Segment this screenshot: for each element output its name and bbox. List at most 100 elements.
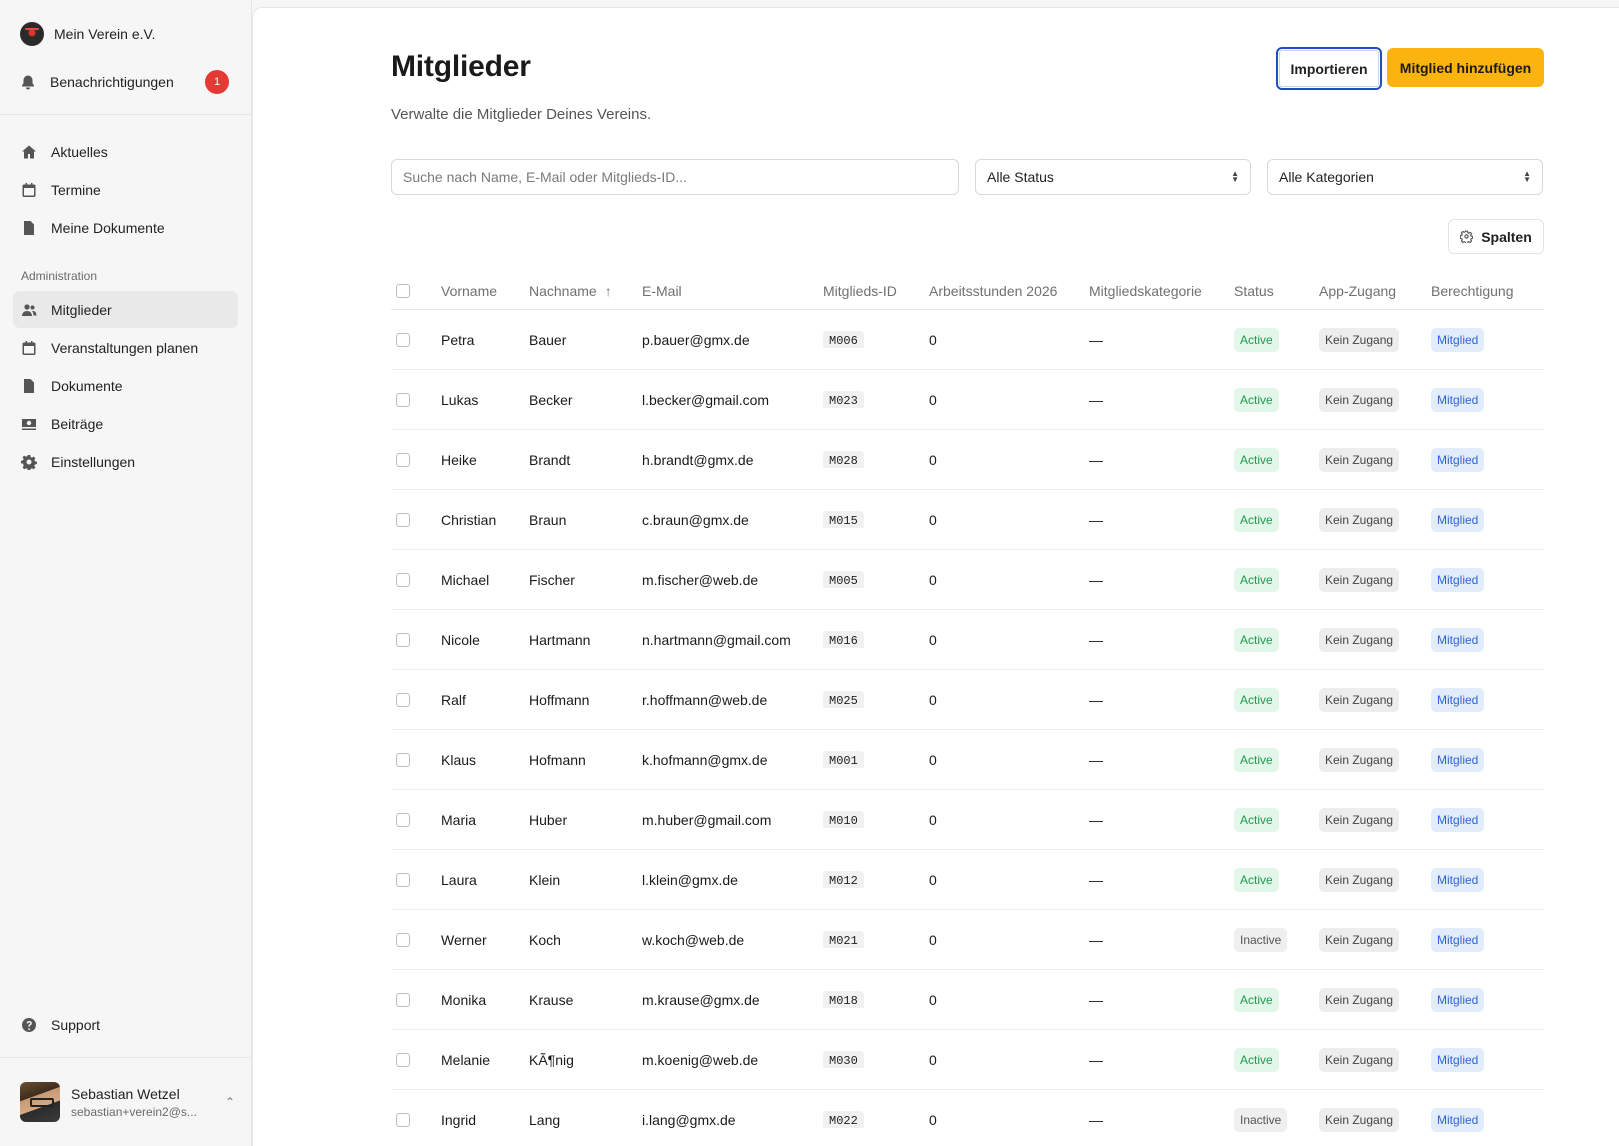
column-header-status[interactable]: Status xyxy=(1234,283,1319,299)
sidebar-item-beitraege[interactable]: Beiträge xyxy=(13,405,238,442)
app-access-badge: Kein Zugang xyxy=(1319,927,1400,952)
table-row[interactable]: Maria Huber m.huber@gmail.com M010 0 — Active K… xyxy=(391,790,1544,850)
sort-ascending-icon: ↑ xyxy=(604,282,612,299)
sidebar-item-dokumente[interactable]: Dokumente xyxy=(13,367,238,404)
cell-app-access: Kein Zugang xyxy=(1319,567,1431,592)
sidebar-item-mitglieder[interactable]: Mitglieder xyxy=(13,291,238,328)
row-checkbox[interactable] xyxy=(396,512,410,527)
sidebar-item-veranstaltungen[interactable]: Veranstaltungen planen xyxy=(13,329,238,366)
table-row[interactable]: Klaus Hofmann k.hofmann@gmx.de M001 0 — Active… xyxy=(391,730,1544,790)
cell-status: Active xyxy=(1234,447,1319,472)
category-filter-select[interactable]: Alle Kategorien ▲ ▼ xyxy=(1267,159,1543,195)
row-checkbox[interactable] xyxy=(396,1112,410,1127)
sidebar-item-termine[interactable]: Termine xyxy=(13,171,238,208)
row-select-cell xyxy=(391,512,441,527)
sidebar-item-support[interactable]: Support xyxy=(13,1006,239,1043)
notifications-link[interactable]: Benachrichtigungen 1 xyxy=(20,68,231,96)
row-select-cell xyxy=(391,992,441,1007)
cell-permission: Mitglied xyxy=(1431,987,1541,1012)
column-header-nachname[interactable]: Nachname ↑ xyxy=(529,283,642,299)
cell-app-access: Kein Zugang xyxy=(1319,807,1431,832)
sidebar-item-label: Support xyxy=(51,1016,101,1033)
table-row[interactable]: Werner Koch w.koch@web.de M021 0 — Inactive Kei… xyxy=(391,910,1544,970)
cell-kategorie: — xyxy=(1089,391,1103,408)
main-nav: Aktuelles Termine Meine Dokumente xyxy=(0,133,251,246)
row-checkbox[interactable] xyxy=(396,692,410,707)
select-all-cell xyxy=(391,283,441,298)
cell-hours: 0 xyxy=(929,451,937,468)
member-id-code: M015 xyxy=(823,511,864,528)
select-all-checkbox[interactable] xyxy=(396,283,410,298)
row-checkbox[interactable] xyxy=(396,1052,410,1067)
status-badge: Active xyxy=(1234,447,1279,472)
status-filter-value: Alle Status xyxy=(987,169,1054,185)
table-row[interactable]: Heike Brandt h.brandt@gmx.de M028 0 — Active Ke… xyxy=(391,430,1544,490)
notifications-label: Benachrichtigungen xyxy=(50,74,174,90)
add-member-button[interactable]: Mitglied hinzufügen xyxy=(1387,48,1544,87)
column-header-arbeitsstunden[interactable]: Arbeitsstunden 2026 xyxy=(929,283,1089,299)
cell-app-access: Kein Zugang xyxy=(1319,327,1431,352)
column-header-email[interactable]: E-Mail xyxy=(642,283,823,299)
table-row[interactable]: Michael Fischer m.fischer@web.de M005 0 — Acti… xyxy=(391,550,1544,610)
sidebar-item-label: Meine Dokumente xyxy=(51,219,165,236)
column-header-app-zugang[interactable]: App-Zugang xyxy=(1319,283,1431,299)
sidebar-item-einstellungen[interactable]: Einstellungen xyxy=(13,443,238,480)
permission-badge: Mitglied xyxy=(1431,1047,1485,1072)
search-input[interactable] xyxy=(391,159,959,195)
cell-kategorie: — xyxy=(1089,1051,1103,1068)
category-filter-value: Alle Kategorien xyxy=(1279,169,1374,185)
table-row[interactable]: Laura Klein l.klein@gmx.de M012 0 — Active Kein… xyxy=(391,850,1544,910)
table-row[interactable]: Ralf Hoffmann r.hoffmann@web.de M025 0 — Activ… xyxy=(391,670,1544,730)
cell-hours: 0 xyxy=(929,331,937,348)
sidebar-divider xyxy=(0,114,251,115)
import-button[interactable]: Importieren xyxy=(1276,47,1382,90)
column-header-kategorie[interactable]: Mitgliedskategorie xyxy=(1089,283,1234,299)
row-checkbox[interactable] xyxy=(396,812,410,827)
org-switcher[interactable]: Mein Verein e.V. xyxy=(20,20,231,48)
row-checkbox[interactable] xyxy=(396,572,410,587)
cell-status: Active xyxy=(1234,507,1319,532)
chevron-up-icon: ⌃ xyxy=(224,1095,235,1109)
home-icon xyxy=(21,144,37,160)
row-checkbox[interactable] xyxy=(396,392,410,407)
sidebar-item-meine-dokumente[interactable]: Meine Dokumente xyxy=(13,209,238,246)
columns-button[interactable]: Spalten xyxy=(1448,219,1544,254)
status-badge: Active xyxy=(1234,807,1279,832)
permission-badge: Mitglied xyxy=(1431,747,1485,772)
table-row[interactable]: Ingrid Lang i.lang@gmx.de M022 0 — Inactive Kei… xyxy=(391,1090,1544,1146)
cell-permission: Mitglied xyxy=(1431,687,1541,712)
table-row[interactable]: Lukas Becker l.becker@gmail.com M023 0 — Activ… xyxy=(391,370,1544,430)
table-row[interactable]: Nicole Hartmann n.hartmann@gmail.com M016 0 —… xyxy=(391,610,1544,670)
row-checkbox[interactable] xyxy=(396,632,410,647)
table-row[interactable]: Christian Braun c.braun@gmx.de M015 0 — Active… xyxy=(391,490,1544,550)
table-row[interactable]: Melanie KÃ¶nig m.koenig@web.de M030 0 — Active… xyxy=(391,1030,1544,1090)
member-id-code: M018 xyxy=(823,991,864,1008)
row-checkbox[interactable] xyxy=(396,752,410,767)
column-header-berechtigung[interactable]: Berechtigung xyxy=(1431,283,1541,299)
column-header-vorname[interactable]: Vorname xyxy=(441,283,529,299)
row-checkbox[interactable] xyxy=(396,932,410,947)
status-badge: Inactive xyxy=(1234,1107,1288,1132)
cell-permission: Mitglied xyxy=(1431,1107,1541,1132)
cell-hours: 0 xyxy=(929,811,937,828)
cell-member-id: M012 xyxy=(823,871,929,888)
row-checkbox[interactable] xyxy=(396,452,410,467)
sidebar-item-aktuelles[interactable]: Aktuelles xyxy=(13,133,238,170)
app-access-badge: Kein Zugang xyxy=(1319,627,1400,652)
column-header-mitglieds-id[interactable]: Mitglieds-ID xyxy=(823,283,929,299)
permission-badge: Mitglied xyxy=(1431,807,1485,832)
table-row[interactable]: Petra Bauer p.bauer@gmx.de M006 0 — Active Kein… xyxy=(391,310,1544,370)
status-filter-select[interactable]: Alle Status ▲ ▼ xyxy=(975,159,1251,195)
row-checkbox[interactable] xyxy=(396,992,410,1007)
cell-kategorie: — xyxy=(1089,571,1103,588)
cell-vorname: Petra xyxy=(441,331,475,348)
cell-vorname: Melanie xyxy=(441,1051,491,1068)
row-checkbox[interactable] xyxy=(396,332,410,347)
page-title: Mitglieder xyxy=(391,50,531,83)
table-row[interactable]: Monika Krause m.krause@gmx.de M018 0 — Active K… xyxy=(391,970,1544,1030)
user-menu[interactable]: Sebastian Wetzel sebastian+verein2@s... … xyxy=(20,1082,235,1122)
row-checkbox[interactable] xyxy=(396,872,410,887)
cell-permission: Mitglied xyxy=(1431,507,1541,532)
status-badge: Active xyxy=(1234,507,1279,532)
cell-app-access: Kein Zugang xyxy=(1319,507,1431,532)
